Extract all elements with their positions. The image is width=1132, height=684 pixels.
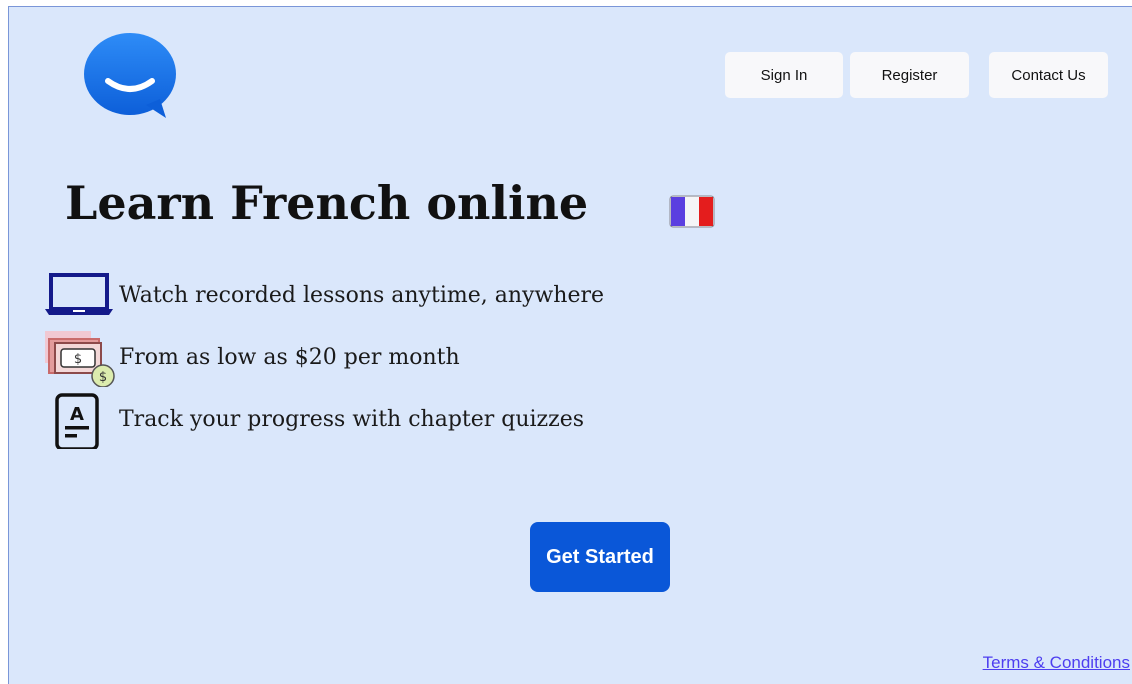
svg-text:$: $ (74, 352, 82, 367)
laptop-icon (45, 265, 117, 325)
feature-row-lessons: Watch recorded lessons anytime, anywhere (45, 265, 604, 325)
feature-text: Watch recorded lessons anytime, anywhere (119, 282, 604, 308)
get-started-button[interactable]: Get Started (530, 522, 670, 592)
feature-row-price: $ $ From as low as $20 per month (45, 327, 460, 388)
chat-bubble-smile-icon[interactable] (84, 31, 180, 121)
svg-text:A: A (70, 404, 84, 425)
france-flag-icon (669, 195, 715, 228)
page-frame: Sign In Register Contact Us Learn French… (8, 6, 1132, 684)
sign-in-button[interactable]: Sign In (725, 52, 843, 98)
register-label: Register (881, 66, 938, 84)
get-started-label: Get Started (546, 545, 654, 568)
feature-text: From as low as $20 per month (119, 344, 460, 370)
terms-link[interactable]: Terms & Conditions (983, 653, 1130, 673)
feature-row-quizzes: A Track your progress with chapter quizz… (45, 389, 585, 451)
money-icon: $ $ (45, 327, 117, 388)
feature-text: Track your progress with chapter quizzes (119, 406, 585, 432)
page-title: Learn French online (65, 176, 589, 230)
svg-text:$: $ (99, 370, 107, 385)
contact-us-label: Contact Us (1011, 66, 1086, 84)
sign-in-label: Sign In (760, 66, 808, 84)
quiz-document-icon: A (45, 389, 117, 451)
register-button[interactable]: Register (850, 52, 969, 98)
contact-us-button[interactable]: Contact Us (989, 52, 1108, 98)
